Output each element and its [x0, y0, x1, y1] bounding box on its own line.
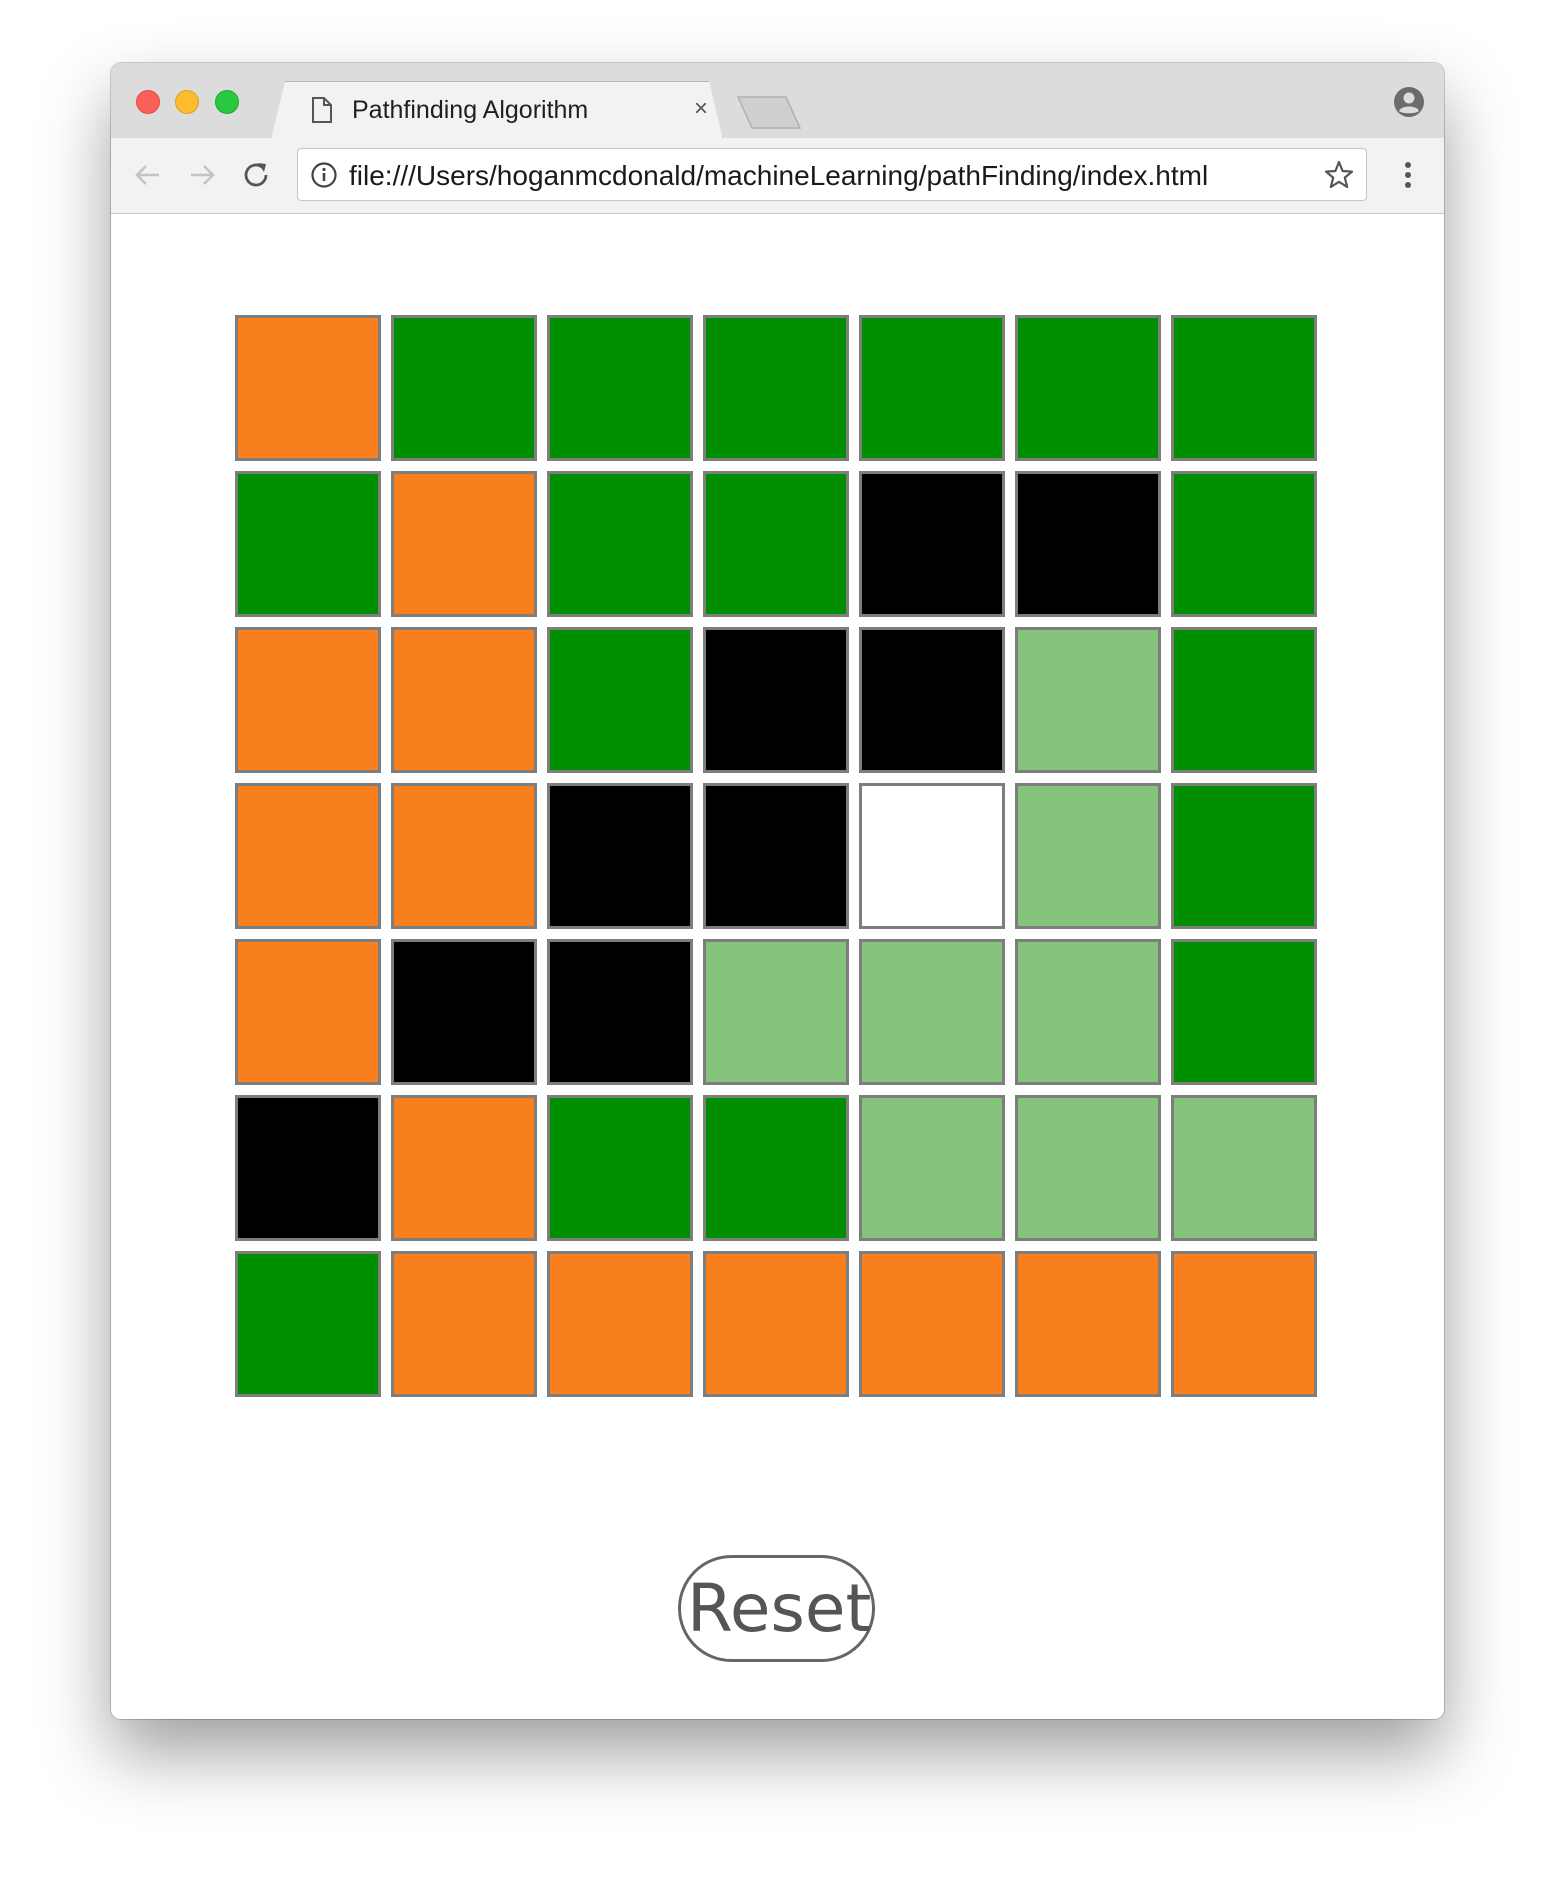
grid-cell-open[interactable] — [1171, 939, 1317, 1085]
grid-cell-path[interactable] — [391, 1095, 537, 1241]
minimize-window-button[interactable] — [175, 90, 199, 114]
back-arrow-icon[interactable] — [131, 158, 165, 192]
grid-cell-wall[interactable] — [859, 627, 1005, 773]
close-window-button[interactable] — [136, 90, 160, 114]
tab-close-icon[interactable]: × — [689, 95, 713, 123]
grid-cell-open[interactable] — [1171, 783, 1317, 929]
grid-cell-path[interactable] — [235, 939, 381, 1085]
profile-icon[interactable] — [1393, 86, 1425, 118]
document-icon — [311, 97, 333, 123]
reset-button[interactable]: Reset — [678, 1555, 875, 1662]
grid-cell-wall[interactable] — [547, 783, 693, 929]
grid-cell-wall[interactable] — [391, 939, 537, 1085]
grid-cell-open[interactable] — [1171, 471, 1317, 617]
reload-icon[interactable] — [239, 158, 273, 192]
grid-cell-path[interactable] — [1015, 1251, 1161, 1397]
grid-cell-path[interactable] — [391, 1251, 537, 1397]
grid-cell-open[interactable] — [1171, 315, 1317, 461]
grid-cell-path[interactable] — [391, 627, 537, 773]
grid-cell-open[interactable] — [1171, 627, 1317, 773]
grid-cell-path[interactable] — [1171, 1251, 1317, 1397]
address-bar[interactable]: file:///Users/hoganmcdonald/machineLearn… — [297, 148, 1367, 201]
grid-cell-open[interactable] — [703, 1095, 849, 1241]
grid-cell-wall[interactable] — [703, 627, 849, 773]
grid-cell-path[interactable] — [703, 1251, 849, 1397]
kebab-menu-icon[interactable] — [1391, 158, 1425, 192]
grid-cell-open[interactable] — [859, 315, 1005, 461]
grid-cell-wall[interactable] — [859, 471, 1005, 617]
grid-cell-visited[interactable] — [1171, 1095, 1317, 1241]
grid-cell-path[interactable] — [235, 315, 381, 461]
grid-cell-open[interactable] — [235, 1251, 381, 1397]
grid-cell-visited[interactable] — [1015, 627, 1161, 773]
grid-cell-open[interactable] — [703, 471, 849, 617]
grid-cell-visited[interactable] — [1015, 939, 1161, 1085]
grid-cell-path[interactable] — [235, 627, 381, 773]
grid-cell-empty[interactable] — [859, 783, 1005, 929]
grid-cell-open[interactable] — [547, 315, 693, 461]
pathfinding-grid — [235, 315, 1317, 1397]
page-content: Reset — [111, 214, 1444, 1719]
grid-cell-wall[interactable] — [547, 939, 693, 1085]
grid-cell-wall[interactable] — [703, 783, 849, 929]
grid-cell-open[interactable] — [547, 471, 693, 617]
grid-cell-path[interactable] — [391, 783, 537, 929]
grid-cell-visited[interactable] — [859, 939, 1005, 1085]
grid-cell-open[interactable] — [547, 627, 693, 773]
url-text[interactable]: file:///Users/hoganmcdonald/machineLearn… — [349, 160, 1208, 192]
grid-cell-wall[interactable] — [1015, 471, 1161, 617]
tab-content: Pathfinding Algorithm × — [271, 81, 721, 139]
browser-window: Pathfinding Algorithm × file:///Users/ho… — [111, 63, 1444, 1719]
grid-cell-path[interactable] — [391, 471, 537, 617]
grid-cell-wall[interactable] — [235, 1095, 381, 1241]
toolbar: file:///Users/hoganmcdonald/machineLearn… — [111, 138, 1444, 214]
grid-cell-open[interactable] — [703, 315, 849, 461]
grid-cell-visited[interactable] — [1015, 1095, 1161, 1241]
grid-cell-open[interactable] — [235, 471, 381, 617]
grid-cell-open[interactable] — [391, 315, 537, 461]
grid-cell-open[interactable] — [1015, 315, 1161, 461]
tab-title: Pathfinding Algorithm — [352, 96, 589, 124]
maximize-window-button[interactable] — [215, 90, 239, 114]
info-icon[interactable] — [310, 161, 338, 189]
title-bar: Pathfinding Algorithm × — [111, 63, 1444, 138]
grid-cell-path[interactable] — [859, 1251, 1005, 1397]
new-tab-button[interactable] — [736, 96, 802, 129]
grid-cell-visited[interactable] — [859, 1095, 1005, 1241]
grid-cell-path[interactable] — [547, 1251, 693, 1397]
forward-arrow-icon[interactable] — [185, 158, 219, 192]
grid-cell-visited[interactable] — [1015, 783, 1161, 929]
star-icon[interactable] — [1323, 159, 1355, 191]
grid-cell-path[interactable] — [235, 783, 381, 929]
grid-cell-open[interactable] — [547, 1095, 693, 1241]
grid-cell-visited[interactable] — [703, 939, 849, 1085]
